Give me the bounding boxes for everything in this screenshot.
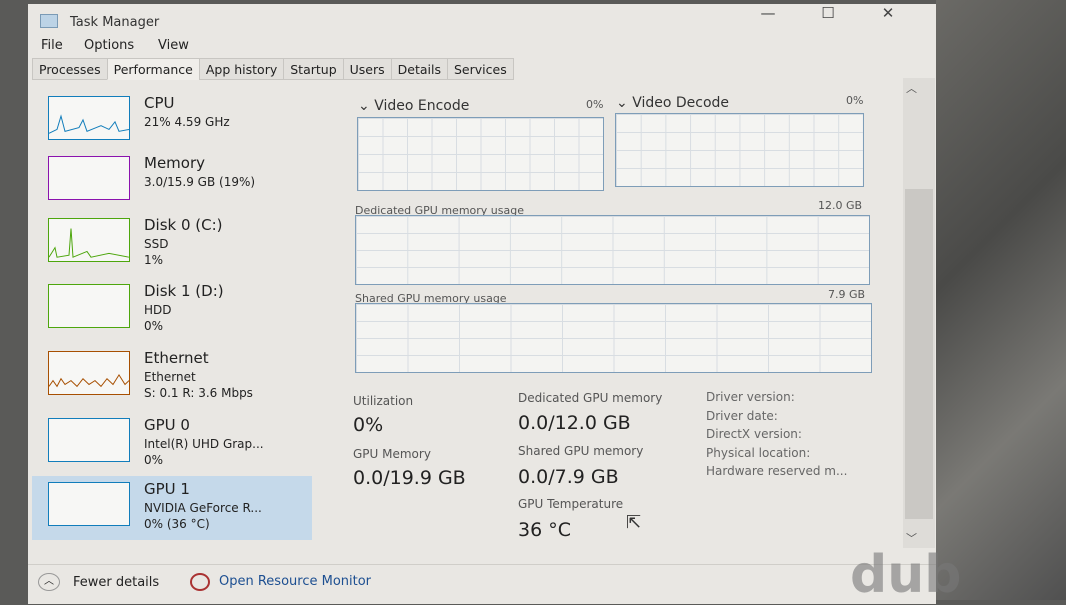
tab-app-history[interactable]: App history <box>198 58 285 80</box>
video-encode-value: 0% <box>586 98 604 111</box>
thumbnail-graph <box>48 156 130 200</box>
scrollbar-thumb[interactable] <box>905 189 933 519</box>
item-detail-2: 0% <box>144 453 164 467</box>
resource-monitor-icon <box>190 573 210 591</box>
tab-services[interactable]: Services <box>447 58 514 80</box>
minimize-button[interactable]: — <box>748 4 788 22</box>
scroll-down-icon[interactable]: ﹀ <box>906 530 917 546</box>
mouse-cursor-icon: ⇱ <box>626 512 642 533</box>
video-decode-graph <box>615 113 864 187</box>
shared-memory-value: 0.0/7.9 GB <box>518 466 619 488</box>
item-detail: SSD <box>144 237 169 251</box>
fewer-details-button[interactable]: Fewer details <box>73 575 159 590</box>
utilization-label: Utilization <box>353 394 414 408</box>
physical-location-label: Physical location: <box>706 446 811 460</box>
item-name: GPU 1 <box>144 480 190 498</box>
thumbnail-graph <box>48 218 130 262</box>
close-button[interactable]: ✕ <box>868 4 908 22</box>
thumbnail-graph <box>48 351 130 395</box>
item-detail: 3.0/15.9 GB (19%) <box>144 175 256 189</box>
video-encode-graph <box>357 117 604 191</box>
item-detail: HDD <box>144 303 172 317</box>
shared-memory-label: Shared GPU memory <box>518 444 644 458</box>
hardware-reserved-label: Hardware reserved m... <box>706 464 848 478</box>
tab-details[interactable]: Details <box>390 58 448 80</box>
item-detail: 21% 4.59 GHz <box>144 115 230 129</box>
item-name: GPU 0 <box>144 416 190 434</box>
directx-version-label: DirectX version: <box>706 427 802 441</box>
tab-users[interactable]: Users <box>342 58 392 80</box>
item-detail: NVIDIA GeForce R... <box>144 501 262 515</box>
sidebar-item-ethernet[interactable]: Ethernet Ethernet S: 0.1 R: 3.6 Mbps <box>32 345 312 409</box>
menu-file[interactable]: File <box>41 38 63 53</box>
task-manager-icon <box>40 14 58 28</box>
dedicated-memory-label: Dedicated GPU memory <box>518 391 663 405</box>
tab-startup[interactable]: Startup <box>283 58 344 80</box>
thumbnail-graph <box>48 284 130 328</box>
task-manager-window: Task Manager — ☐ ✕ File Options View Pro… <box>28 4 936 604</box>
sidebar-item-disk-1-d[interactable]: Disk 1 (D:) HDD 0% <box>32 278 312 342</box>
item-name: CPU <box>144 94 175 112</box>
driver-version-label: Driver version: <box>706 390 795 404</box>
video-encode-label: Video Encode <box>374 98 470 114</box>
thumbnail-graph <box>48 482 130 526</box>
dedicated-graph-max: 12.0 GB <box>818 199 863 212</box>
shared-memory-graph <box>355 303 872 373</box>
sidebar-item-disk-0-c[interactable]: Disk 0 (C:) SSD 1% <box>32 212 312 276</box>
item-detail: Intel(R) UHD Grap... <box>144 437 264 451</box>
dedicated-memory-value: 0.0/12.0 GB <box>518 412 631 434</box>
gpu-temperature-label: GPU Temperature <box>518 497 624 511</box>
background-stone <box>936 0 1066 600</box>
gpu-temperature-value: 36 °C <box>518 519 571 541</box>
video-decode-label: Video Decode <box>632 95 730 111</box>
maximize-button[interactable]: ☐ <box>808 4 848 22</box>
item-detail: Ethernet <box>144 370 196 384</box>
tab-performance[interactable]: Performance <box>106 58 200 80</box>
item-name: Ethernet <box>144 349 209 367</box>
open-resource-monitor-link[interactable]: Open Resource Monitor <box>219 574 371 589</box>
utilization-value: 0% <box>353 414 384 436</box>
menu-options[interactable]: Options <box>84 38 134 53</box>
window-title: Task Manager <box>70 15 160 30</box>
tab-bar: Processes Performance App history Startu… <box>32 58 514 80</box>
thumbnail-graph <box>48 96 130 140</box>
item-detail-2: 0% (36 °C) <box>144 517 210 531</box>
item-detail-2: 1% <box>144 253 164 267</box>
tab-processes[interactable]: Processes <box>32 58 108 80</box>
footer-divider <box>28 564 936 565</box>
thumbnail-graph <box>48 418 130 462</box>
gpu-memory-value: 0.0/19.9 GB <box>353 467 466 489</box>
resource-sidebar: CPU 21% 4.59 GHz Memory 3.0/15.9 GB (19%… <box>32 82 314 552</box>
sidebar-item-gpu-0[interactable]: GPU 0 Intel(R) UHD Grap... 0% <box>32 412 312 476</box>
item-detail-2: 0% <box>144 319 164 333</box>
item-detail-2: S: 0.1 R: 3.6 Mbps <box>144 386 253 400</box>
shared-graph-max: 7.9 GB <box>828 288 866 301</box>
scroll-up-icon[interactable]: ︿ <box>906 80 917 96</box>
item-name: Disk 1 (D:) <box>144 282 224 300</box>
item-name: Disk 0 (C:) <box>144 216 223 234</box>
sidebar-item-gpu-1[interactable]: GPU 1 NVIDIA GeForce R... 0% (36 °C) <box>32 476 312 540</box>
menu-view[interactable]: View <box>158 38 189 53</box>
gpu-memory-label: GPU Memory <box>353 447 431 461</box>
sidebar-item-cpu[interactable]: CPU 21% 4.59 GHz <box>32 90 312 154</box>
item-name: Memory <box>144 154 206 172</box>
dedicated-memory-graph <box>355 215 870 285</box>
driver-date-label: Driver date: <box>706 409 778 423</box>
video-decode-value: 0% <box>846 94 864 107</box>
watermark-logo: dub <box>850 545 962 605</box>
collapse-icon[interactable]: ︿ <box>38 573 60 591</box>
sidebar-item-memory[interactable]: Memory 3.0/15.9 GB (19%) <box>32 150 312 214</box>
